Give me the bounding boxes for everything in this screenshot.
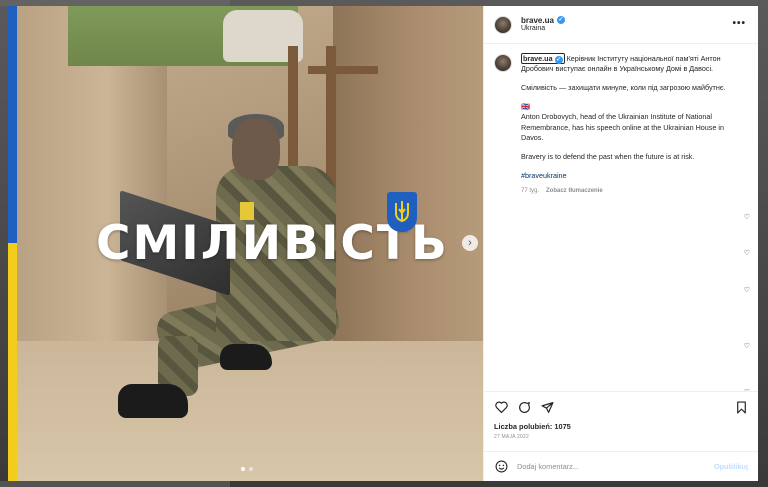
post-age[interactable]: 77 tyg. [521, 187, 539, 195]
caption-row: brave.ua ✓ Керівник Інституту національн… [494, 53, 748, 195]
comments-section: brave.ua ✓ Керівник Інституту національн… [484, 44, 758, 391]
caption-quote-ukrainian: Сміливість — захищати минуле, коли під з… [521, 83, 726, 93]
bookmark-icon[interactable] [734, 400, 748, 414]
comment-like-heart-icon[interactable]: ♡ [744, 249, 750, 257]
caption-username[interactable]: brave.ua ✓ [521, 53, 565, 65]
comment-icon[interactable] [517, 400, 531, 414]
comment-like-heart-icon[interactable]: ♡ [744, 286, 750, 294]
heart-icon[interactable] [494, 400, 508, 414]
flag-stripe-blue [8, 6, 17, 243]
more-options-icon[interactable]: ••• [732, 18, 746, 29]
sneaker [118, 384, 188, 418]
caption: brave.ua ✓ Керівник Інституту національн… [521, 53, 748, 195]
comment-input[interactable] [517, 462, 687, 471]
post-image[interactable]: СМІЛИВІСТЬ › [8, 6, 483, 481]
caption-avatar[interactable] [494, 54, 512, 72]
caption-text-english: Anton Drobovych, head of the Ukrainian I… [521, 112, 724, 142]
carousel-dots [241, 467, 253, 471]
sneaker [220, 344, 272, 370]
avatar[interactable] [494, 15, 512, 34]
header-username[interactable]: brave.ua [521, 16, 554, 26]
comment-form: Opublikuj [484, 451, 758, 481]
post-modal: СМІЛИВІСТЬ › brave.ua ✓ Ukraina ••• brav… [8, 6, 758, 481]
verified-badge-icon: ✓ [554, 56, 563, 65]
verified-badge-icon: ✓ [556, 16, 565, 25]
chevron-right-icon: › [468, 237, 472, 249]
comment-like-heart-icon[interactable]: ♡ [744, 213, 750, 221]
flag-stripe-yellow [8, 243, 17, 481]
carousel-dot [249, 467, 253, 471]
carousel-dot-active [241, 467, 245, 471]
emoji-icon[interactable] [494, 460, 508, 474]
post-side-panel: brave.ua ✓ Ukraina ••• brave.ua ✓ Керівн… [483, 6, 758, 481]
post-header: brave.ua ✓ Ukraina ••• [484, 6, 758, 44]
location-link[interactable]: Ukraina [521, 25, 565, 33]
uk-flag-icon: 🇬🇧 [521, 102, 530, 112]
action-bar: Liczba polubień: 1075 27 MAJA 2022 [484, 391, 758, 451]
trident-icon [387, 192, 417, 232]
wooden-beam [308, 66, 378, 74]
comment-like-heart-icon[interactable]: ♡ [744, 342, 750, 350]
translate-link[interactable]: Zobacz tłumaczenie [546, 187, 603, 195]
caption-meta: 77 tyg. Zobacz tłumaczenie [521, 187, 748, 195]
soldier-head [232, 118, 280, 180]
share-icon[interactable] [540, 400, 554, 414]
post-comment-button[interactable]: Opublikuj [714, 462, 748, 471]
caption-quote-english: Bravery is to defend the past when the f… [521, 151, 695, 161]
post-date[interactable]: 27 MAJA 2022 [494, 434, 748, 440]
hashtag-link[interactable]: #braveukraine [521, 171, 567, 180]
header-username-row: brave.ua ✓ [521, 16, 565, 26]
likes-count[interactable]: Liczba polubień: 1075 [494, 422, 748, 431]
next-image-button[interactable]: › [462, 235, 478, 251]
